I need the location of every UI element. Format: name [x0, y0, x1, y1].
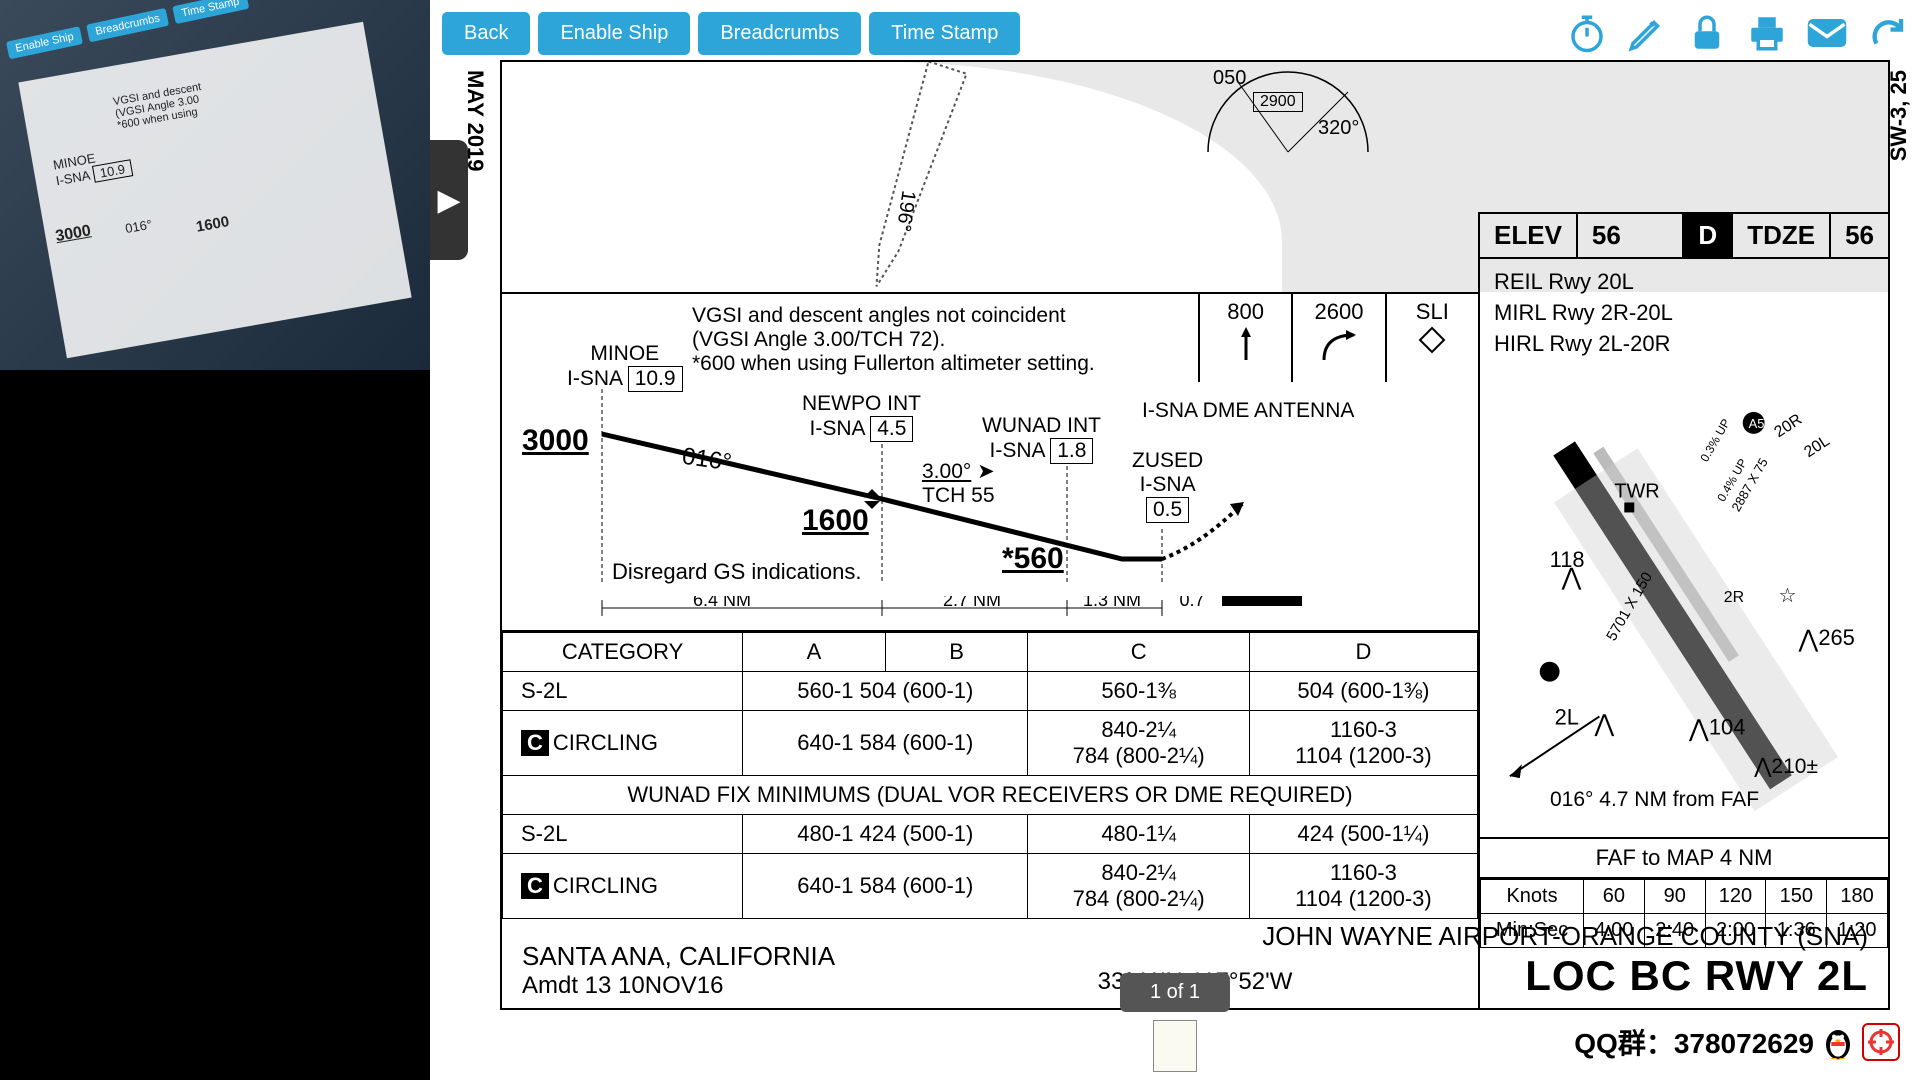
svg-text:2R: 2R — [1724, 589, 1744, 606]
profile-view: VGSI and descent angles not coincident (… — [502, 292, 1478, 632]
rotate-icon[interactable] — [1866, 12, 1908, 54]
svg-text:104: 104 — [1709, 715, 1746, 740]
svg-text:⋀: ⋀ — [1688, 716, 1709, 743]
svg-text:2L: 2L — [1555, 705, 1579, 730]
svg-text:20L: 20L — [1801, 433, 1833, 462]
toolbar: Back Enable Ship Breadcrumbs Time Stamp — [442, 8, 1908, 58]
svg-text:⋀: ⋀ — [1593, 711, 1614, 738]
mail-icon[interactable] — [1806, 12, 1848, 54]
lock-icon[interactable] — [1686, 12, 1728, 54]
svg-text:6.4 NM: 6.4 NM — [693, 596, 751, 610]
mini-breadcrumbs: Breadcrumbs — [86, 8, 169, 43]
svg-text:☆: ☆ — [1779, 585, 1797, 607]
svg-text:20R: 20R — [1771, 411, 1805, 441]
svg-text:⋀: ⋀ — [1561, 564, 1582, 591]
svg-text:2.7 NM: 2.7 NM — [943, 596, 1001, 610]
minimums-table: CATEGORYABCD S-2L560-1 504 (600-1)560-1⅜… — [502, 632, 1478, 919]
time-stamp-button[interactable]: Time Stamp — [869, 12, 1020, 55]
svg-text:0.3% UP: 0.3% UP — [1697, 417, 1733, 465]
svg-text:0.7: 0.7 — [1179, 596, 1204, 610]
target-icon — [1862, 1023, 1900, 1061]
page-thumbnail[interactable] — [1153, 1020, 1197, 1072]
expand-panel-tab[interactable]: ▶ — [430, 140, 468, 260]
watermark: QQ群：378072629 — [1574, 1022, 1900, 1062]
page-indicator: 1 of 1 — [1120, 973, 1230, 1012]
svg-text:1.3 NM: 1.3 NM — [1083, 596, 1141, 610]
physical-device-overlay: Enable Ship Breadcrumbs Time Stamp MINOE… — [0, 0, 430, 370]
mini-chart-preview: MINOE I-SNA 10.9 3000 016° 1600 VGSI and… — [18, 22, 411, 359]
pencil-icon[interactable] — [1626, 12, 1668, 54]
svg-text:265: 265 — [1818, 625, 1855, 650]
qq-penguin-icon — [1822, 1023, 1854, 1061]
inbound-course-label: 196° — [892, 189, 920, 233]
svg-text:A5: A5 — [1749, 416, 1765, 431]
breadcrumbs-button[interactable]: Breadcrumbs — [698, 12, 861, 55]
back-button[interactable]: Back — [442, 12, 530, 55]
svg-text:TWR: TWR — [1614, 481, 1659, 503]
mini-timestamp: Time Stamp — [172, 0, 249, 24]
mini-enable-ship: Enable Ship — [6, 26, 83, 59]
msa-circle: 050 320° 2900 — [1198, 62, 1378, 167]
approach-chart[interactable]: 196° 050 320° 2900 800 2600 SLI VGSI and… — [500, 60, 1890, 1010]
svg-text:⋀: ⋀ — [1797, 626, 1818, 653]
airport-diagram: 118⋀ ⋀265 ⋀104 TWR A5 2L 2R 20R 20L 5701… — [1480, 367, 1888, 837]
stopwatch-icon[interactable] — [1566, 12, 1608, 54]
printer-icon[interactable] — [1746, 12, 1788, 54]
airport-diagram-panel: ELEV 56 D TDZE 56 REIL Rwy 20L MIRL Rwy … — [1478, 212, 1888, 1008]
main-panel: Back Enable Ship Breadcrumbs Time Stamp … — [430, 0, 1920, 1080]
enable-ship-button[interactable]: Enable Ship — [538, 12, 690, 55]
